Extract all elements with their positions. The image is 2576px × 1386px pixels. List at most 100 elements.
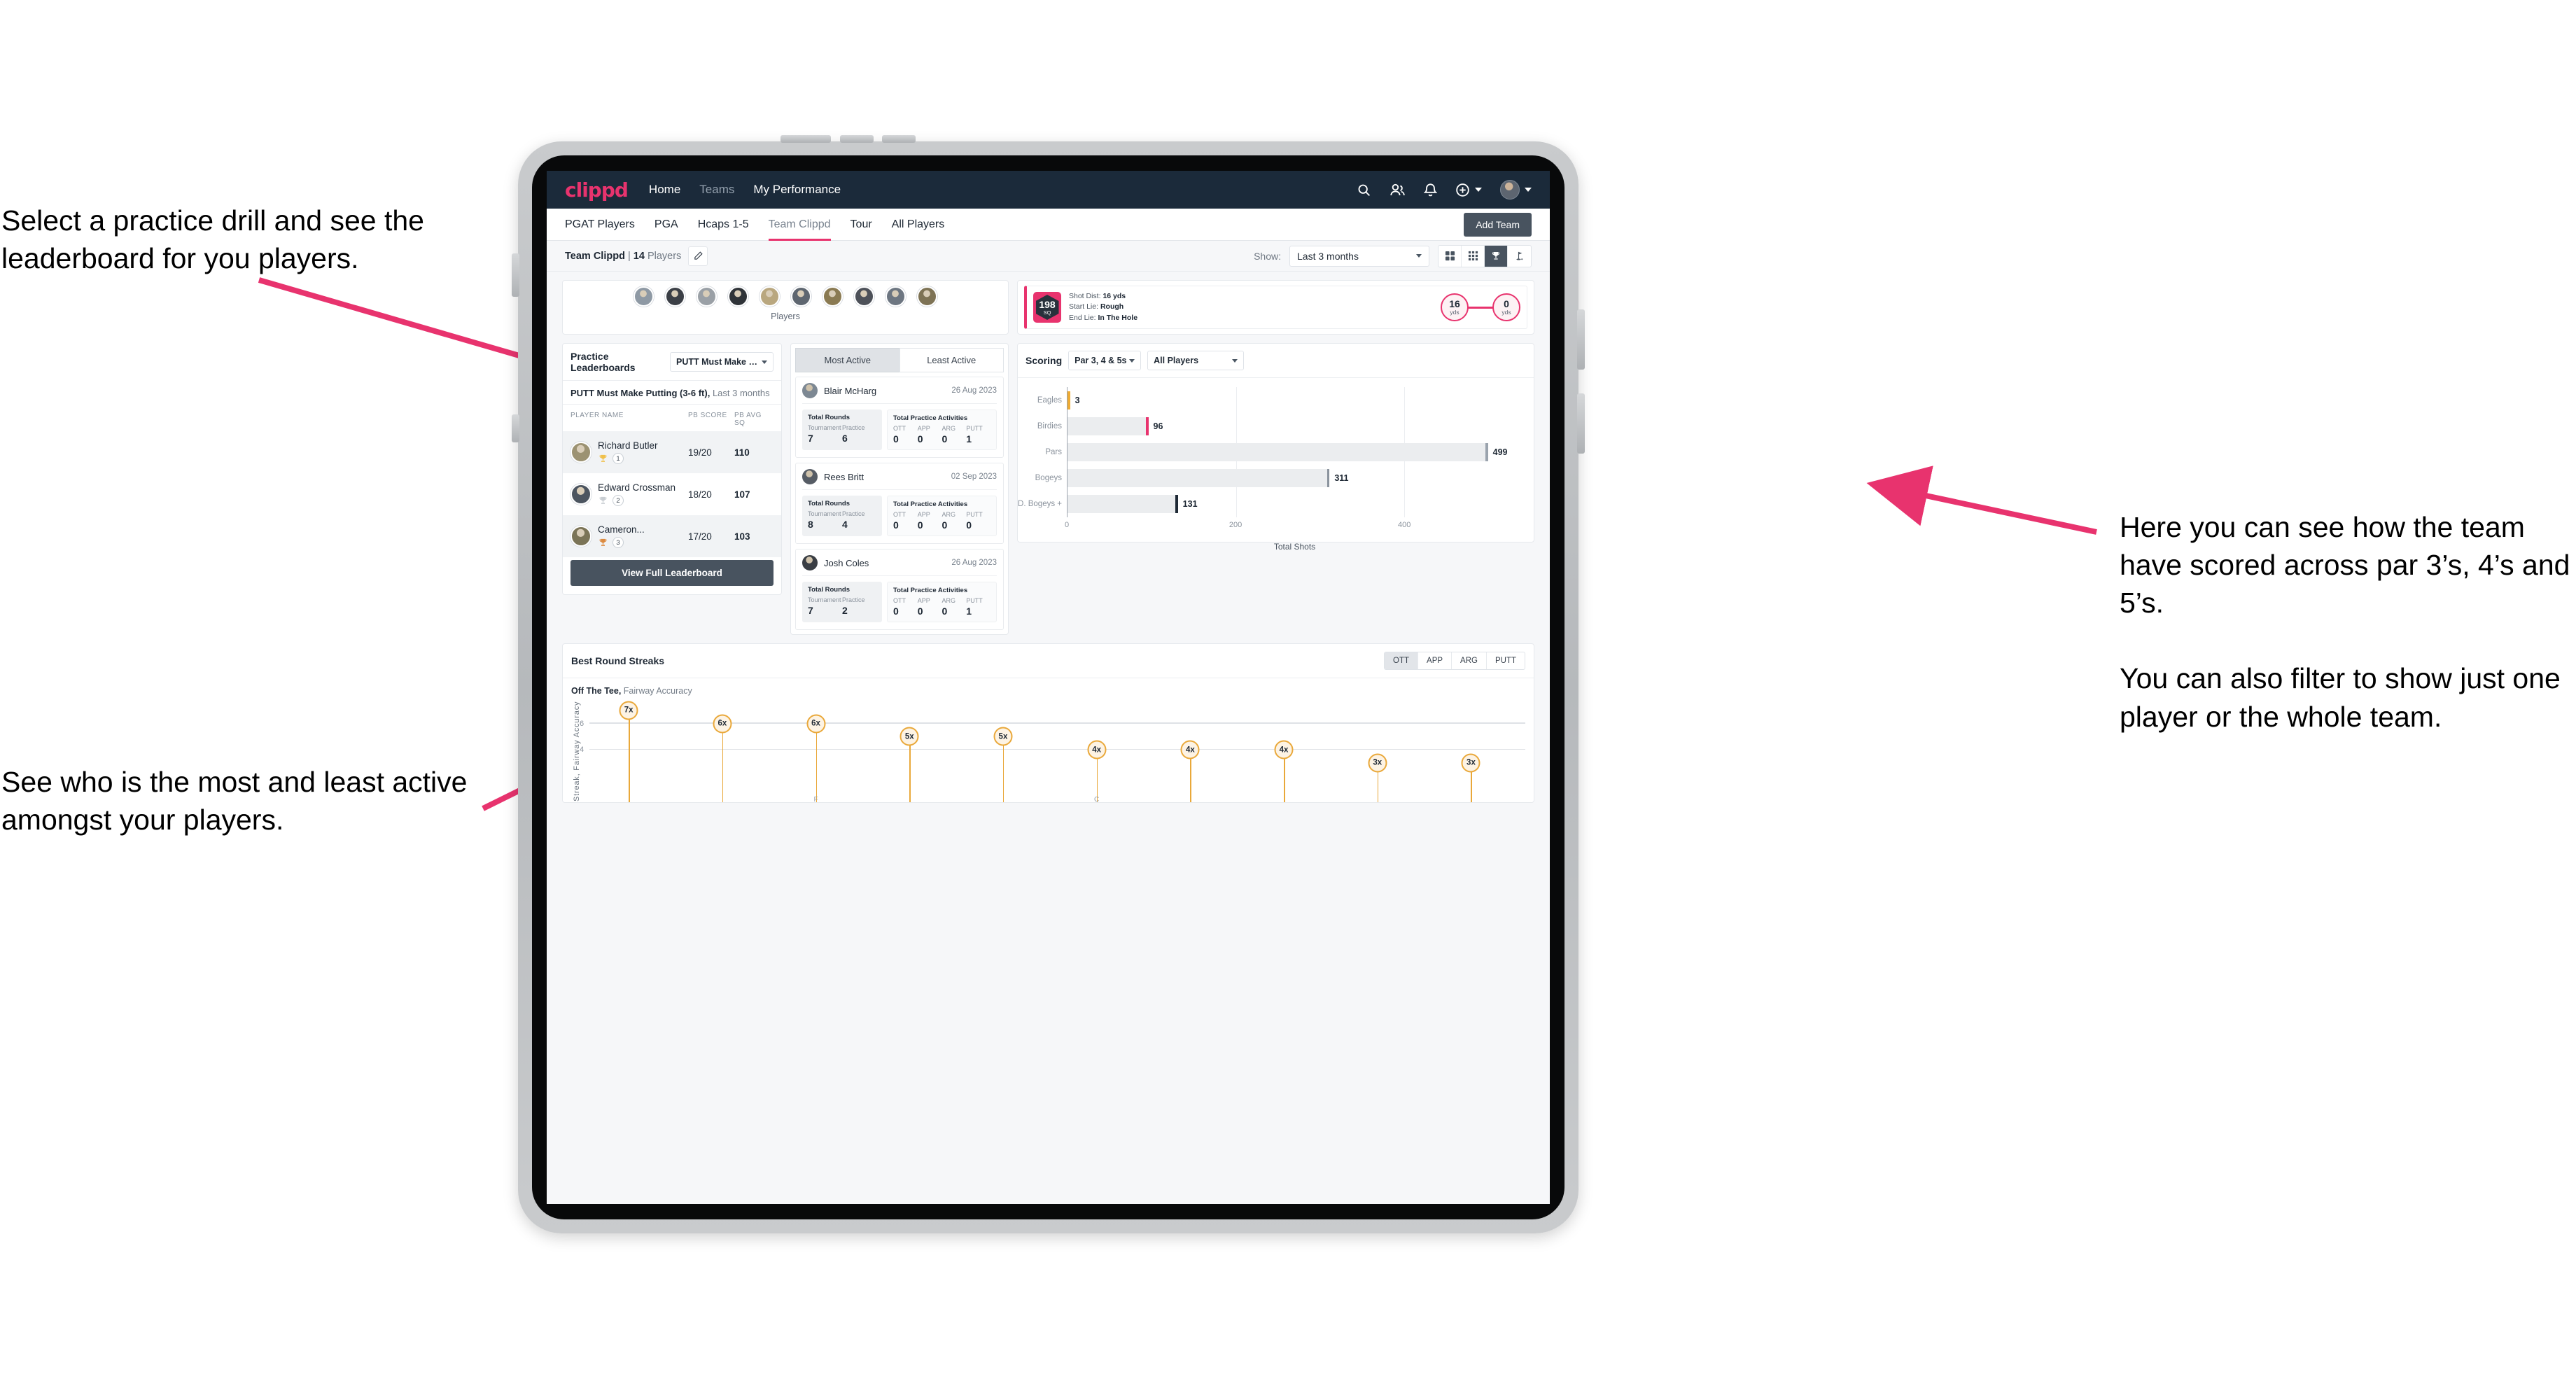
rounds-stat-value: 7 xyxy=(808,433,813,444)
bar[interactable] xyxy=(1068,495,1178,514)
table-row[interactable]: Richard Butler 1 19/20 110 xyxy=(563,431,781,473)
mid-cards-row: Practice Leaderboards PUTT Must Make Put… xyxy=(562,343,1534,635)
user-menu[interactable] xyxy=(1500,180,1532,200)
bar[interactable] xyxy=(1068,391,1070,410)
clippd-logo[interactable]: clippd xyxy=(565,178,629,202)
list-item-header: Blair McHarg 26 Aug 2023 xyxy=(802,383,997,404)
list-item[interactable]: Josh Coles 26 Aug 2023 Total Rounds Tournam… xyxy=(795,549,1004,630)
par-filter-select[interactable]: Par 3, 4 & 5s xyxy=(1068,351,1142,370)
tab-least-active[interactable]: Least Active xyxy=(899,348,1004,372)
grid-4-icon xyxy=(1445,251,1455,261)
data-point-marker[interactable]: 7x xyxy=(619,701,638,720)
add-menu[interactable] xyxy=(1455,183,1482,197)
player-avatar[interactable] xyxy=(696,286,717,307)
activity-stat-label: OTT xyxy=(893,597,906,604)
period-select[interactable]: Last 3 months xyxy=(1289,245,1429,267)
nav-item-my-performance[interactable]: My Performance xyxy=(753,183,841,197)
search-icon[interactable] xyxy=(1357,183,1371,197)
avatar xyxy=(570,526,592,547)
pb-score-cell: 17/20 xyxy=(688,531,712,542)
tab-pgat-players[interactable]: PGAT Players xyxy=(565,209,635,241)
bar[interactable] xyxy=(1068,443,1488,461)
data-point-marker[interactable]: 5x xyxy=(899,727,919,746)
edit-team-button[interactable] xyxy=(688,246,708,266)
bar[interactable] xyxy=(1068,416,1149,435)
team-summary: Team Clippd | 14 Players xyxy=(565,251,681,262)
metric-tab-putt[interactable]: PUTT xyxy=(1487,652,1525,669)
data-point-marker[interactable]: 4x xyxy=(1087,740,1107,760)
start-lie-value: Rough xyxy=(1100,302,1124,312)
tab-team-clippd[interactable]: Team Clippd xyxy=(768,209,831,241)
nav-item-home[interactable]: Home xyxy=(649,183,680,197)
start-lie-label: Start Lie: xyxy=(1069,302,1099,312)
device-button-top-3 xyxy=(882,135,916,143)
device-button-top-1 xyxy=(780,135,831,143)
activity-stat-value: 1 xyxy=(966,433,972,444)
rounds-stat-value: 4 xyxy=(842,519,848,530)
app-header: clippd Home Teams My Performance xyxy=(547,171,1550,209)
player-cell: Cameron... 3 xyxy=(598,524,688,548)
activity-stat-label: PUTT xyxy=(966,597,983,604)
tab-all-players[interactable]: All Players xyxy=(892,209,945,241)
section-tabs: PGAT Players PGA Hcaps 1-5 Team Clippd T… xyxy=(547,209,1550,241)
best-round-streaks-card: Best Round Streaks OTT APP ARG PUTT Off … xyxy=(562,643,1534,804)
rounds-stat: Practice 2 xyxy=(842,596,876,616)
data-point-marker[interactable]: 3x xyxy=(1461,753,1480,773)
data-point-marker[interactable]: 4x xyxy=(1274,740,1294,760)
data-point-marker[interactable]: 6x xyxy=(713,714,732,734)
people-icon[interactable] xyxy=(1390,183,1406,197)
bar-group: Bogeys 311 xyxy=(1035,469,1522,488)
activity-stat: PUTT 1 xyxy=(966,597,990,617)
bar-group: D. Bogeys + 131 xyxy=(1018,495,1522,514)
bell-icon[interactable] xyxy=(1424,183,1437,197)
rounds-stat-label: Practice xyxy=(842,424,865,431)
player-avatar[interactable] xyxy=(917,286,937,307)
data-point-marker[interactable]: 6x xyxy=(806,714,826,734)
player-avatar[interactable] xyxy=(791,286,811,307)
player-avatar[interactable] xyxy=(886,286,906,307)
view-full-leaderboard-button[interactable]: View Full Leaderboard xyxy=(570,560,774,586)
data-point-marker[interactable]: 5x xyxy=(993,727,1013,746)
player-avatar[interactable] xyxy=(854,286,874,307)
nav-item-teams[interactable]: Teams xyxy=(699,183,734,197)
main-content: Players 198 SQ Shot Dist: 16 yds Start L… xyxy=(547,272,1550,1204)
tab-most-active[interactable]: Most Active xyxy=(795,348,899,372)
activity-stat: OTT 0 xyxy=(893,597,918,617)
metric-tab-arg[interactable]: ARG xyxy=(1452,652,1487,669)
player-name: Blair McHarg xyxy=(824,385,877,396)
streaks-metric-name: Off The Tee, xyxy=(571,686,622,696)
activity-stat-value: 0 xyxy=(941,606,948,617)
device-bezel: clippd Home Teams My Performance PGAT Pl… xyxy=(532,155,1564,1219)
view-toggle-grid-4[interactable] xyxy=(1438,245,1462,267)
table-row[interactable]: Edward Crossman 2 18/20 107 xyxy=(563,473,781,515)
data-point-marker[interactable]: 4x xyxy=(1180,740,1200,760)
tab-tour[interactable]: Tour xyxy=(850,209,872,241)
end-distance-circle: 0 yds xyxy=(1492,293,1520,321)
view-toggle-grid-9[interactable] xyxy=(1462,245,1485,267)
player-name: Edward Crossman xyxy=(598,482,676,493)
metric-tab-app[interactable]: APP xyxy=(1418,652,1452,669)
metric-tab-ott[interactable]: OTT xyxy=(1385,652,1419,669)
bar[interactable] xyxy=(1068,469,1330,488)
app-screen: clippd Home Teams My Performance PGAT Pl… xyxy=(547,171,1550,1204)
view-toggle-golf-flag[interactable] xyxy=(1508,246,1531,267)
drill-select[interactable]: PUTT Must Make Putting ... xyxy=(670,352,774,372)
table-row[interactable]: Cameron... 3 17/20 103 xyxy=(563,515,781,557)
tab-hcaps-1-5[interactable]: Hcaps 1-5 xyxy=(698,209,749,241)
player-avatar[interactable] xyxy=(760,286,780,307)
list-item[interactable]: Rees Britt 02 Sep 2023 Total Rounds Tournam… xyxy=(795,463,1004,544)
list-item[interactable]: Blair McHarg 26 Aug 2023 Total Rounds Tourn… xyxy=(795,377,1004,458)
player-avatar[interactable] xyxy=(822,286,843,307)
player-filter-select[interactable]: All Players xyxy=(1147,351,1245,370)
activity-stat-label: ARG xyxy=(941,597,956,604)
avatar xyxy=(802,469,818,484)
add-team-button[interactable]: Add Team xyxy=(1464,212,1532,237)
data-point-marker[interactable]: 3x xyxy=(1368,753,1387,773)
view-toggle-trophy[interactable] xyxy=(1485,245,1508,267)
player-avatar[interactable] xyxy=(634,286,654,307)
tab-pga[interactable]: PGA xyxy=(654,209,678,241)
player-avatar[interactable] xyxy=(665,286,685,307)
player-avatar[interactable] xyxy=(728,286,748,307)
scoring-card: Scoring Par 3, 4 & 5s All Players Eagles… xyxy=(1017,343,1534,552)
total-rounds-title: Total Rounds xyxy=(808,414,850,421)
